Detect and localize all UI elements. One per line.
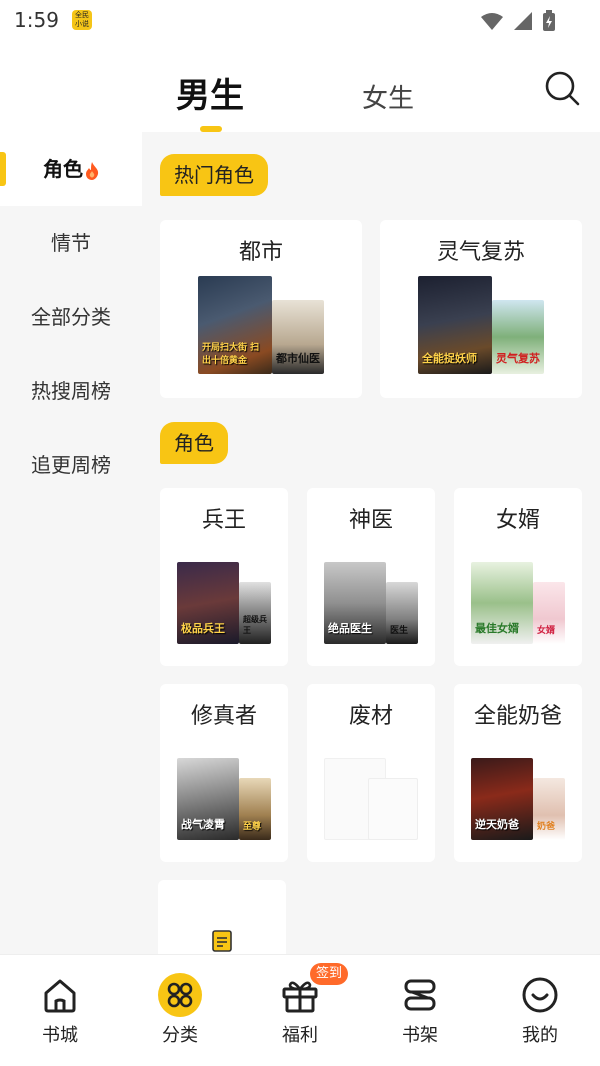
sidebar-item-label: 热搜周榜 — [31, 379, 111, 403]
cover-text: 开局扫大街 扫出十倍黄金 — [202, 343, 260, 366]
book-cover: 都市仙医 — [272, 300, 324, 374]
book-cover: 医生 — [386, 582, 418, 644]
sidebar-item-hot-search-weekly[interactable]: 热搜周榜 — [0, 354, 142, 428]
book-cover: 逆天奶爸 — [471, 758, 533, 840]
card-title: 女婿 — [495, 508, 540, 533]
app-notification-icon: 全民 小说 — [72, 10, 92, 30]
status-bar: 1:59 全民 小说 — [0, 0, 600, 44]
card-covers: 全能捉妖师 灵气复苏 — [418, 276, 544, 376]
sidebar-item-label: 全部分类 — [31, 305, 111, 329]
card-covers: 开局扫大街 扫出十倍黄金 都市仙医 — [198, 276, 324, 376]
cover-text: 都市仙医 — [276, 352, 320, 365]
category-card[interactable]: 废材 — [307, 684, 435, 862]
signal-icon — [514, 12, 532, 30]
cover-text: 绝品医生 — [328, 622, 372, 635]
book-cover: 至尊 — [239, 778, 271, 840]
cover-text: 超级兵王 — [243, 615, 267, 635]
cover-text: 最佳女婿 — [475, 622, 519, 635]
card-covers: 绝品医生 医生 — [324, 562, 418, 644]
book-cover: 极品兵王 — [177, 562, 239, 644]
nav-label: 福利 — [282, 1025, 318, 1046]
book-cover: 开局扫大街 扫出十倍黄金 — [198, 276, 272, 374]
nav-bookstore[interactable]: 书城 — [0, 955, 120, 1066]
category-sidebar: 角色 情节 全部分类 热搜周榜 追更周榜 — [0, 132, 142, 954]
category-icon — [158, 973, 202, 1017]
cover-text: 战气凌霄 — [181, 818, 225, 831]
nav-label: 分类 — [162, 1025, 198, 1046]
cover-text: 医生 — [390, 626, 409, 636]
cover-text: 灵气复苏 — [496, 352, 540, 365]
book-cover: 战气凌霄 — [177, 758, 239, 840]
sidebar-item-follow-weekly[interactable]: 追更周榜 — [0, 428, 142, 502]
card-covers: 逆天奶爸 奶爸 — [471, 758, 565, 840]
category-card[interactable]: 全能奶爸 逆天奶爸 奶爸 — [454, 684, 582, 862]
card-covers: 最佳女婿 女婿 — [471, 562, 565, 644]
card-title: 灵气复苏 — [436, 240, 525, 265]
card-covers: 极品兵王 超级兵王 — [177, 562, 271, 644]
category-card-loading[interactable] — [158, 880, 286, 954]
cover-text: 奶爸 — [537, 822, 556, 832]
tab-female[interactable]: 女生 — [362, 78, 414, 115]
search-icon[interactable] — [544, 70, 580, 106]
book-cover: 灵气复苏 — [492, 300, 544, 374]
sign-in-badge: 签到 — [310, 963, 349, 985]
wifi-icon — [481, 13, 503, 30]
card-covers — [324, 758, 418, 840]
sidebar-item-all-categories[interactable]: 全部分类 — [0, 280, 142, 354]
nav-label: 书城 — [42, 1025, 78, 1046]
book-cover: 全能捉妖师 — [418, 276, 492, 374]
book-cover: 最佳女婿 — [471, 562, 533, 644]
card-title: 全能奶爸 — [473, 704, 562, 729]
book-cover: 女婿 — [533, 582, 565, 644]
sidebar-item-plot[interactable]: 情节 — [0, 206, 142, 280]
cover-text: 逆天奶爸 — [475, 818, 519, 831]
home-icon — [44, 979, 76, 1013]
fire-icon — [86, 161, 99, 180]
cover-text: 全能捉妖师 — [422, 352, 477, 365]
cover-text: 至尊 — [243, 822, 262, 832]
cover-text: 极品兵王 — [181, 622, 225, 635]
card-title: 都市 — [238, 240, 283, 265]
section-tag-hot-roles: 热门角色 — [160, 154, 268, 196]
card-covers: 战气凌霄 至尊 — [177, 758, 271, 840]
system-icons — [480, 10, 556, 32]
document-placeholder-icon — [212, 930, 232, 952]
book-cover: 奶爸 — [533, 778, 565, 840]
category-card[interactable]: 神医 绝品医生 医生 — [307, 488, 435, 666]
bottom-navigation: 书城 分类 福利 签到 书架 我的 — [0, 954, 600, 1066]
gender-tabs: 男生 女生 — [0, 44, 600, 132]
section-tag-roles: 角色 — [160, 422, 228, 464]
book-cover: 绝品医生 — [324, 562, 386, 644]
nav-category[interactable]: 分类 — [120, 955, 240, 1066]
profile-icon — [522, 977, 558, 1013]
category-card[interactable]: 都市 开局扫大街 扫出十倍黄金 都市仙医 — [160, 220, 362, 398]
card-title: 神医 — [348, 508, 393, 533]
category-card[interactable]: 灵气复苏 全能捉妖师 灵气复苏 — [380, 220, 582, 398]
bookshelf-icon — [404, 979, 436, 1011]
sidebar-item-label: 角色 — [43, 157, 83, 181]
nav-label: 书架 — [402, 1025, 438, 1046]
nav-profile[interactable]: 我的 — [480, 955, 600, 1066]
category-card[interactable]: 兵王 极品兵王 超级兵王 — [160, 488, 288, 666]
nav-label: 我的 — [522, 1025, 558, 1046]
card-title: 修真者 — [190, 704, 257, 729]
category-card[interactable]: 修真者 战气凌霄 至尊 — [160, 684, 288, 862]
book-cover-placeholder — [368, 778, 418, 840]
sidebar-item-label: 追更周榜 — [31, 453, 111, 477]
card-title: 废材 — [348, 704, 393, 729]
active-sidebar-indicator — [0, 152, 6, 186]
cover-text: 女婿 — [537, 626, 556, 636]
book-cover: 超级兵王 — [239, 582, 271, 644]
battery-icon — [543, 10, 555, 31]
category-content: 热门角色 都市 开局扫大街 扫出十倍黄金 都市仙医 灵气复苏 全能捉妖师 灵气复… — [142, 132, 600, 954]
sidebar-item-roles[interactable]: 角色 — [0, 132, 142, 206]
card-title: 兵王 — [201, 508, 246, 533]
tab-male[interactable]: 男生 — [176, 68, 244, 117]
status-time: 1:59 — [14, 8, 59, 32]
nav-bookshelf[interactable]: 书架 — [360, 955, 480, 1066]
category-card[interactable]: 女婿 最佳女婿 女婿 — [454, 488, 582, 666]
sidebar-item-label: 情节 — [51, 231, 91, 255]
